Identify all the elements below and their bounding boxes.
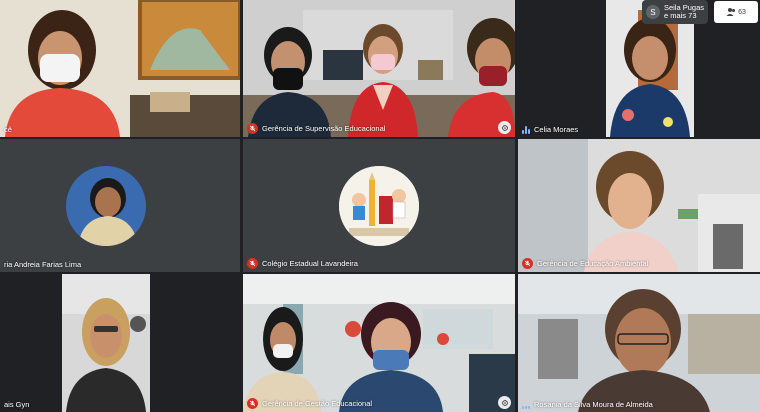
participant-name: ria Andreia Farias Lima <box>4 260 82 269</box>
participants-summary: Seila Pugas e mais 73 <box>663 3 704 20</box>
video-tile-1[interactable]: cê <box>0 0 240 137</box>
mic-off-icon <box>247 258 258 269</box>
people-icon <box>726 8 736 16</box>
video-tile-8[interactable]: Gerência de Gestão Educacional <box>243 274 515 412</box>
video-tile-7[interactable]: ais Gyn <box>0 274 240 412</box>
mic-off-icon <box>522 258 533 269</box>
mic-off-icon <box>247 123 258 134</box>
participant-avatar <box>339 166 419 246</box>
video-tile-2[interactable]: Gerência de Supervisão Educacional <box>243 0 515 137</box>
participant-name: Rosania da Silva Moura de Almeida <box>522 400 653 409</box>
participants-bar: S Seila Pugas e mais 73 63 <box>641 0 760 24</box>
participant-name: Colégio Estadual Lavandeira <box>247 258 358 269</box>
pin-icon[interactable] <box>498 396 511 409</box>
participant-avatar <box>66 166 146 246</box>
speaking-indicator-icon <box>522 401 530 409</box>
participant-name: cê <box>4 125 12 134</box>
people-count: 63 <box>738 8 746 16</box>
participants-pill[interactable]: S Seila Pugas e mais 73 <box>641 0 708 24</box>
participant-name: ais Gyn <box>4 400 30 409</box>
participant-video <box>0 274 240 412</box>
participant-video <box>243 274 515 412</box>
pin-icon[interactable] <box>498 121 511 134</box>
participant-name: Gerência de Gestão Educacional <box>247 398 372 409</box>
participant-name: Celia Moraes <box>522 125 578 134</box>
participant-video <box>518 139 760 272</box>
participant-name: Gerência de Educação Ambiental <box>522 258 648 269</box>
participant-video <box>518 274 760 412</box>
participant-initial-avatar: S <box>645 5 660 19</box>
participant-name: Gerência de Supervisão Educacional <box>247 123 385 134</box>
video-tile-5[interactable]: Colégio Estadual Lavandeira <box>243 139 515 272</box>
speaking-indicator-icon <box>522 125 530 134</box>
people-count-button[interactable]: 63 <box>714 1 758 23</box>
video-tile-9[interactable]: Rosania da Silva Moura de Almeida <box>518 274 760 412</box>
mic-off-icon <box>247 398 258 409</box>
video-tile-4[interactable]: ria Andreia Farias Lima <box>0 139 240 272</box>
participant-video <box>0 0 240 137</box>
video-tile-6[interactable]: Gerência de Educação Ambiental <box>518 139 760 272</box>
participant-video <box>243 0 515 137</box>
